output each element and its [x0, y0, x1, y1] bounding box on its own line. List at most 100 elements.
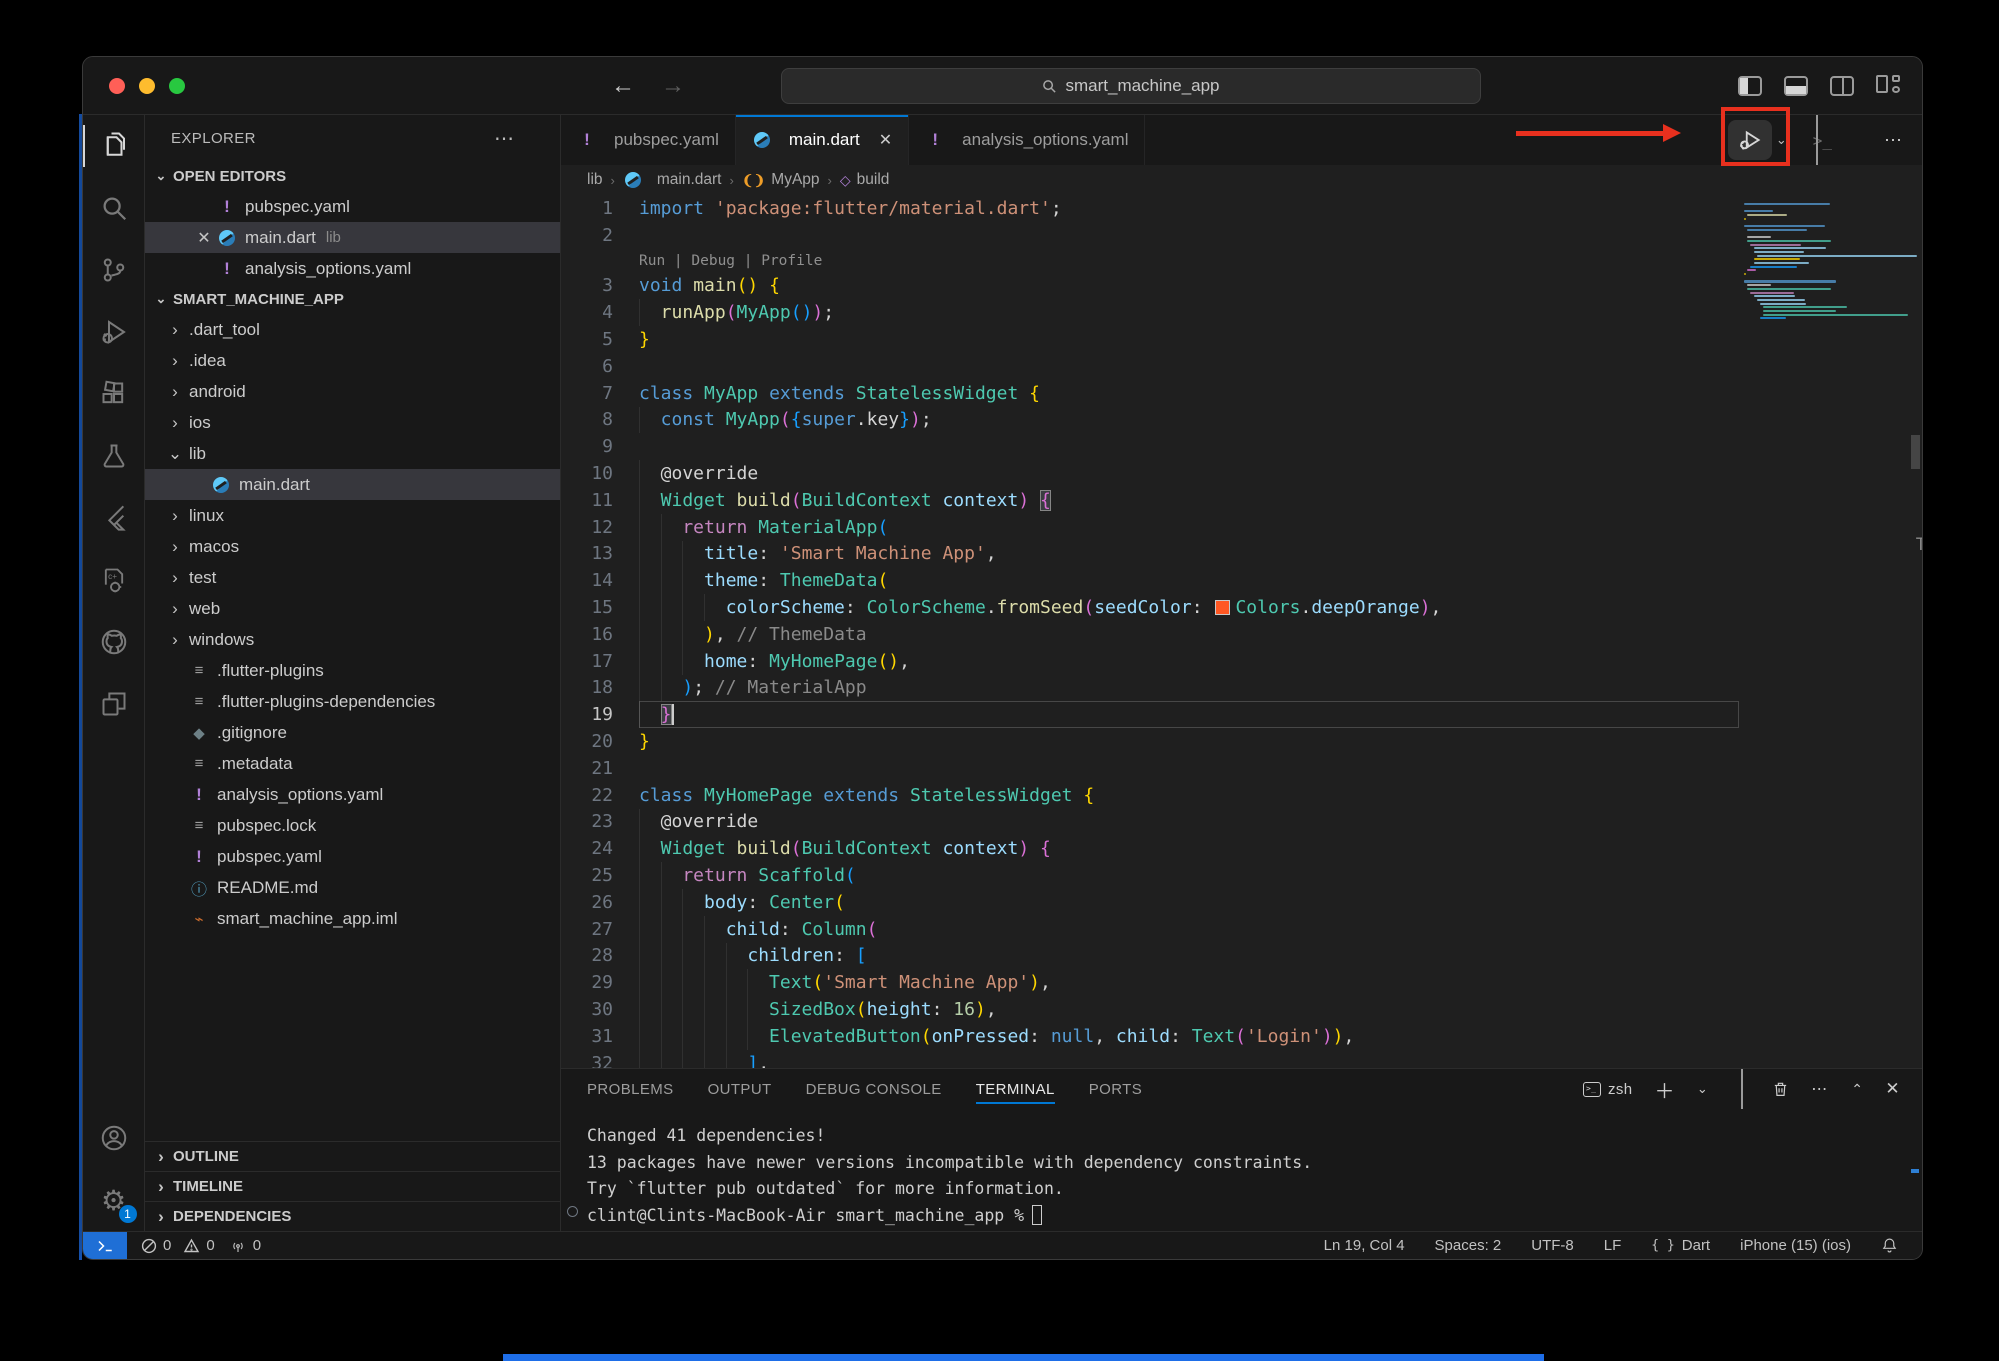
- code-line[interactable]: 12return MaterialApp(: [561, 514, 1739, 541]
- tree-item-web[interactable]: ›web: [145, 593, 560, 624]
- tree-item-android[interactable]: ›android: [145, 376, 560, 407]
- code-line[interactable]: 26body: Center(: [561, 889, 1739, 916]
- kill-terminal-icon[interactable]: [1772, 1080, 1789, 1098]
- more-editor-actions-icon[interactable]: ⋯: [1884, 130, 1904, 151]
- command-decoration-circle[interactable]: [567, 1206, 578, 1217]
- code-line[interactable]: 28children: [: [561, 943, 1739, 970]
- terminal-shell-selector[interactable]: >_ zsh: [1583, 1081, 1633, 1098]
- accounts-icon[interactable]: [83, 1107, 145, 1169]
- code-line[interactable]: 29Text('Smart Machine App'),: [561, 969, 1739, 996]
- tab-main-dart[interactable]: main.dart✕: [736, 115, 909, 165]
- scrollbar-thumb[interactable]: [1911, 435, 1920, 469]
- terminal-dropdown-icon[interactable]: ⌄: [1697, 1081, 1708, 1097]
- code-line[interactable]: 24Widget build(BuildContext context) {: [561, 835, 1739, 862]
- back-button[interactable]: ←: [611, 72, 635, 100]
- toggle-sidebar-icon[interactable]: [1738, 76, 1762, 96]
- tree-item-smart-machine-app-iml[interactable]: ⌁smart_machine_app.iml: [145, 903, 560, 934]
- minimap[interactable]: [1744, 203, 1909, 1068]
- code-line[interactable]: 5}: [561, 326, 1739, 353]
- problems-status[interactable]: 0 0: [141, 1237, 215, 1254]
- flutter-icon[interactable]: [83, 487, 145, 549]
- tree-item-main-dart[interactable]: main.dart: [145, 469, 560, 500]
- status-utf-8[interactable]: UTF-8: [1531, 1237, 1574, 1254]
- status-spaces-2[interactable]: Spaces: 2: [1435, 1237, 1502, 1254]
- extensions-icon[interactable]: [83, 363, 145, 425]
- toggle-panel-icon[interactable]: [1784, 76, 1808, 96]
- live-preview-icon[interactable]: [83, 673, 145, 735]
- breadcrumb-build[interactable]: ◇build: [840, 171, 890, 189]
- code-line[interactable]: 32],: [561, 1050, 1739, 1068]
- code-line[interactable]: 10@override: [561, 460, 1739, 487]
- code-line[interactable]: 16), // ThemeData: [561, 621, 1739, 648]
- explorer-icon[interactable]: [83, 115, 145, 177]
- code-line[interactable]: 4runApp(MyApp());: [561, 299, 1739, 326]
- tree-item-windows[interactable]: ›windows: [145, 624, 560, 655]
- sidebar-section-outline[interactable]: ›OUTLINE: [145, 1141, 560, 1171]
- code-editor[interactable]: 1import 'package:flutter/material.dart';…: [561, 195, 1739, 1068]
- close-panel-icon[interactable]: ✕: [1885, 1079, 1900, 1099]
- tree-item--flutter-plugins[interactable]: ≡.flutter-plugins: [145, 655, 560, 686]
- code-line[interactable]: 17home: MyHomePage(),: [561, 648, 1739, 675]
- project-root-header[interactable]: ⌄SMART_MACHINE_APP: [145, 284, 560, 314]
- zoom-window-button[interactable]: [169, 78, 185, 94]
- code-line[interactable]: 23@override: [561, 809, 1739, 836]
- breadcrumb-lib[interactable]: lib: [587, 171, 603, 189]
- code-line[interactable]: 18); // MaterialApp: [561, 675, 1739, 702]
- color-swatch-deep-orange[interactable]: [1215, 600, 1230, 615]
- minimize-window-button[interactable]: [139, 78, 155, 94]
- code-line[interactable]: 25return Scaffold(: [561, 862, 1739, 889]
- tree-item-linux[interactable]: ›linux: [145, 500, 560, 531]
- code-line[interactable]: 1import 'package:flutter/material.dart';: [561, 195, 1739, 222]
- open-editor-item[interactable]: !analysis_options.yaml: [145, 253, 560, 284]
- close-editor-icon[interactable]: ✕: [191, 228, 217, 248]
- tree-item--gitignore[interactable]: ◆.gitignore: [145, 717, 560, 748]
- tree-item-macos[interactable]: ›macos: [145, 531, 560, 562]
- status-iphone-15-ios-[interactable]: iPhone (15) (ios): [1740, 1237, 1851, 1254]
- tree-item-lib[interactable]: ⌄lib: [145, 438, 560, 469]
- new-terminal-icon[interactable]: ＋: [1655, 1075, 1675, 1104]
- tree-item--idea[interactable]: ›.idea: [145, 345, 560, 376]
- code-line[interactable]: 21: [561, 755, 1739, 782]
- code-line[interactable]: 6: [561, 353, 1739, 380]
- code-line[interactable]: 3void main() {: [561, 273, 1739, 300]
- source-control-icon[interactable]: [83, 239, 145, 301]
- github-icon[interactable]: [83, 611, 145, 673]
- tab-pubspec-yaml[interactable]: !pubspec.yaml: [561, 115, 736, 165]
- close-window-button[interactable]: [109, 78, 125, 94]
- tree-item-pubspec-yaml[interactable]: !pubspec.yaml: [145, 841, 560, 872]
- split-terminal-icon[interactable]: [1730, 1081, 1750, 1098]
- tree-item-test[interactable]: ›test: [145, 562, 560, 593]
- status-bell[interactable]: [1881, 1237, 1898, 1254]
- explorer-more-actions[interactable]: ⋯: [494, 126, 516, 151]
- search-icon[interactable]: [83, 177, 145, 239]
- tree-item--metadata[interactable]: ≡.metadata: [145, 748, 560, 779]
- code-line[interactable]: 8const MyApp({super.key});: [561, 407, 1739, 434]
- open-editor-item[interactable]: ✕main.dartlib: [145, 222, 560, 253]
- panel-more-actions-icon[interactable]: ⋯: [1811, 1079, 1829, 1099]
- code-line[interactable]: 14theme: ThemeData(: [561, 567, 1739, 594]
- tree-item--dart-tool[interactable]: ›.dart_tool: [145, 314, 560, 345]
- code-line[interactable]: 2: [561, 222, 1739, 249]
- status-ln-19-col-4[interactable]: Ln 19, Col 4: [1324, 1237, 1405, 1254]
- customize-layout-icon[interactable]: [1876, 75, 1902, 97]
- editor-scrollbar[interactable]: T: [1909, 195, 1922, 1068]
- ports-status[interactable]: 0: [229, 1237, 261, 1254]
- code-line[interactable]: 31ElevatedButton(onPressed: null, child:…: [561, 1023, 1739, 1050]
- sidebar-section-dependencies[interactable]: ›DEPENDENCIES: [145, 1201, 560, 1231]
- terminal-output[interactable]: Changed 41 dependencies!13 packages have…: [561, 1109, 1922, 1229]
- code-line[interactable]: 30SizedBox(height: 16),: [561, 996, 1739, 1023]
- project-manager-icon[interactable]: c+: [83, 549, 145, 611]
- sidebar-section-timeline[interactable]: ›TIMELINE: [145, 1171, 560, 1201]
- tab-close-icon[interactable]: ✕: [879, 130, 892, 150]
- tree-item--flutter-plugins-dependencies[interactable]: ≡.flutter-plugins-dependencies: [145, 686, 560, 717]
- status-dart[interactable]: { }Dart: [1651, 1237, 1710, 1254]
- breadcrumb-main-dart[interactable]: main.dart: [623, 170, 722, 190]
- remote-indicator[interactable]: [83, 1232, 127, 1260]
- code-line[interactable]: 11Widget build(BuildContext context) {: [561, 487, 1739, 514]
- panel-tab-debug-console[interactable]: DEBUG CONSOLE: [806, 1069, 942, 1109]
- toggle-secondary-sidebar-icon[interactable]: [1830, 76, 1854, 96]
- code-line[interactable]: 19}: [561, 701, 1739, 728]
- tree-item-pubspec-lock[interactable]: ≡pubspec.lock: [145, 810, 560, 841]
- code-line[interactable]: 15colorScheme: ColorScheme.fromSeed(seed…: [561, 594, 1739, 621]
- settings-gear-icon[interactable]: ⚙ 1: [83, 1169, 145, 1231]
